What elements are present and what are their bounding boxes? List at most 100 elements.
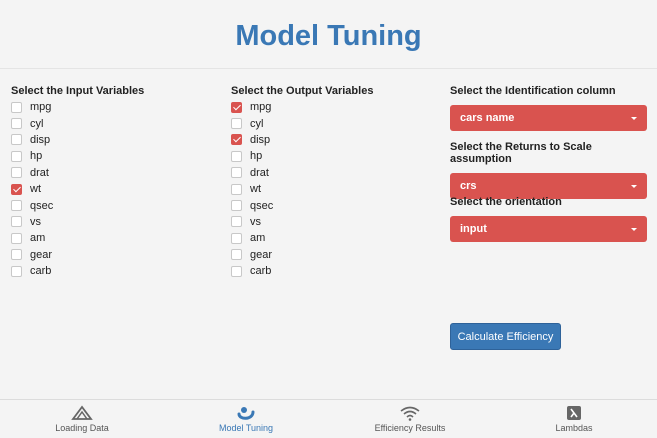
identification-value: cars name: [460, 112, 515, 124]
tab-loading-data[interactable]: Loading Data: [0, 400, 164, 438]
tab-label: Efficiency Results: [374, 423, 446, 433]
checkbox[interactable]: [11, 216, 22, 228]
checkbox-label: cyl: [250, 117, 264, 130]
input-variables-group: Select the Input Variables mpg cyl disp hp d…: [11, 85, 144, 279]
checkbox[interactable]: [11, 167, 22, 179]
caret-down-icon: [631, 227, 637, 231]
checkbox-label: carb: [30, 265, 52, 278]
checkbox[interactable]: [231, 183, 242, 195]
tab-label: Lambdas: [555, 423, 593, 433]
input-variable-am[interactable]: am: [11, 230, 144, 246]
title-divider: [0, 68, 657, 69]
output-variable-qsec[interactable]: qsec: [231, 197, 373, 213]
checkbox[interactable]: [231, 249, 242, 261]
identification-select[interactable]: cars name: [450, 105, 647, 131]
input-variable-gear[interactable]: gear: [11, 247, 144, 263]
checkbox[interactable]: [11, 134, 22, 146]
checkbox-label: mpg: [250, 101, 272, 114]
output-variable-hp[interactable]: hp: [231, 148, 373, 164]
tab-model-tuning[interactable]: Model Tuning: [164, 400, 328, 438]
checkbox[interactable]: [11, 249, 22, 261]
lambda-icon: [567, 406, 581, 420]
input-variable-wt[interactable]: wt: [11, 181, 144, 197]
output-variable-mpg[interactable]: mpg: [231, 99, 373, 115]
checkbox[interactable]: [231, 101, 242, 113]
caret-down-icon: [631, 116, 637, 120]
checkbox-label: hp: [30, 150, 43, 163]
tab-efficiency-results[interactable]: Efficiency Results: [328, 400, 492, 438]
checkbox-label: vs: [250, 215, 261, 228]
bottom-nav: Loading Data Model Tuning Efficiency Res…: [0, 399, 657, 438]
checkbox[interactable]: [231, 118, 242, 130]
identification-label: Select the Identification column: [450, 85, 616, 97]
orientation-label: Select the orientation: [450, 196, 562, 208]
input-variable-vs[interactable]: vs: [11, 214, 144, 230]
orientation-group: Select the orientation input: [450, 196, 647, 242]
checkbox[interactable]: [231, 232, 242, 244]
checkbox[interactable]: [11, 183, 22, 195]
checkbox[interactable]: [231, 265, 242, 277]
output-variable-drat[interactable]: drat: [231, 165, 373, 181]
input-variable-drat[interactable]: drat: [11, 165, 144, 181]
input-variable-disp[interactable]: disp: [11, 132, 144, 148]
checkbox-label: wt: [30, 183, 41, 196]
returns-to-scale-value: crs: [460, 180, 477, 192]
tuning-icon: [237, 407, 255, 420]
checkbox-label: gear: [250, 248, 273, 261]
checkbox-label: am: [250, 232, 266, 245]
output-variables-label: Select the Output Variables: [231, 85, 374, 97]
output-variable-gear[interactable]: gear: [231, 247, 373, 263]
calculate-efficiency-button[interactable]: Calculate Efficiency: [450, 323, 561, 350]
returns-to-scale-group: Select the Returns to Scale assumption c…: [450, 141, 647, 199]
output-variables-group: Select the Output Variables mpg cyl disp hp…: [231, 85, 373, 279]
page-title: Model Tuning: [235, 20, 422, 52]
output-variable-wt[interactable]: wt: [231, 181, 373, 197]
checkbox[interactable]: [11, 101, 22, 113]
checkbox-label: drat: [30, 166, 49, 179]
output-variable-am[interactable]: am: [231, 230, 373, 246]
checkbox[interactable]: [11, 232, 22, 244]
checkbox-label: vs: [30, 215, 41, 228]
returns-to-scale-label: Select the Returns to Scale assumption: [450, 141, 592, 165]
checkbox[interactable]: [11, 118, 22, 130]
orientation-value: input: [460, 223, 487, 235]
checkbox[interactable]: [231, 200, 242, 212]
tab-label: Loading Data: [55, 423, 109, 433]
checkbox-label: wt: [250, 183, 261, 196]
orientation-select[interactable]: input: [450, 216, 647, 242]
ramp-icon: [71, 405, 93, 420]
checkbox[interactable]: [231, 134, 242, 146]
input-variable-hp[interactable]: hp: [11, 148, 144, 164]
checkbox-label: cyl: [30, 117, 44, 130]
tab-lambdas[interactable]: Lambdas: [492, 400, 656, 438]
checkbox-label: drat: [250, 166, 269, 179]
checkbox-label: carb: [250, 265, 272, 278]
checkbox-label: disp: [250, 133, 271, 146]
checkbox[interactable]: [11, 150, 22, 162]
checkbox-label: disp: [30, 133, 51, 146]
checkbox[interactable]: [231, 150, 242, 162]
signal-icon: [400, 406, 420, 421]
output-variable-carb[interactable]: carb: [231, 263, 373, 279]
checkbox-label: gear: [30, 248, 53, 261]
checkbox[interactable]: [231, 216, 242, 228]
input-variable-mpg[interactable]: mpg: [11, 99, 144, 115]
output-variable-disp[interactable]: disp: [231, 132, 373, 148]
checkbox[interactable]: [231, 167, 242, 179]
input-variables-label: Select the Input Variables: [11, 85, 145, 97]
checkbox-label: qsec: [30, 199, 54, 212]
checkbox-label: mpg: [30, 101, 52, 114]
output-variable-vs[interactable]: vs: [231, 214, 373, 230]
caret-down-icon: [631, 184, 637, 188]
input-variable-cyl[interactable]: cyl: [11, 115, 144, 131]
checkbox[interactable]: [11, 200, 22, 212]
checkbox[interactable]: [11, 265, 22, 277]
checkbox-label: qsec: [250, 199, 274, 212]
tab-label: Model Tuning: [218, 423, 274, 433]
checkbox-label: am: [30, 232, 46, 245]
input-variable-qsec[interactable]: qsec: [11, 197, 144, 213]
checkbox-label: hp: [250, 150, 263, 163]
identification-group: Select the Identification column cars na…: [450, 85, 647, 131]
output-variable-cyl[interactable]: cyl: [231, 115, 373, 131]
input-variable-carb[interactable]: carb: [11, 263, 144, 279]
